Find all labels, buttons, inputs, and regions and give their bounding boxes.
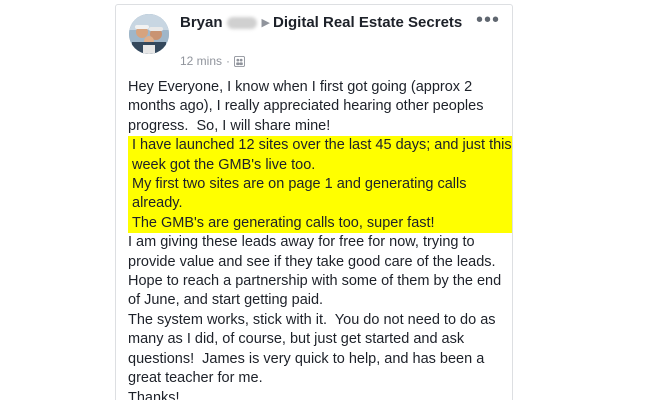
paragraph-highlight-page1: My first two sites are on page 1 and gen… — [128, 175, 512, 214]
post-body: Hey Everyone, I know when I first got go… — [128, 78, 512, 400]
meta-separator: · — [226, 54, 231, 68]
paragraph-highlight-sites: I have launched 12 sites over the last 4… — [128, 136, 512, 176]
post-meta: 12 mins · — [180, 54, 246, 68]
avatar-photo — [129, 14, 169, 54]
author-name[interactable]: Bryan — [180, 14, 223, 31]
paragraph-highlight-gmb: The GMB's are generating calls too, supe… — [128, 213, 512, 234]
redacted-surname — [226, 17, 257, 30]
more-options-icon[interactable]: ••• — [476, 10, 500, 30]
group-name[interactable]: Digital Real Estate Secrets — [273, 14, 462, 31]
post-timestamp[interactable]: 12 mins — [180, 54, 222, 68]
paragraph-system: The system works, stick with it. You do … — [128, 311, 500, 387]
page: Bryan ▶ Digital Real Estate Secrets 12 min… — [0, 0, 650, 400]
paragraph-leads: I am giving these leads away for free fo… — [128, 234, 506, 309]
paragraph-thanks: Thanks! — [128, 389, 180, 400]
group-audience-icon — [234, 55, 246, 67]
post-header-title: Bryan ▶ Digital Real Estate Secrets — [180, 13, 470, 33]
paragraph-intro: Hey Everyone, I know when I first got go… — [128, 79, 488, 134]
post-card: Bryan ▶ Digital Real Estate Secrets 12 min… — [115, 4, 513, 400]
author-avatar[interactable] — [129, 14, 169, 54]
caret-right-icon: ▶ — [261, 17, 270, 29]
